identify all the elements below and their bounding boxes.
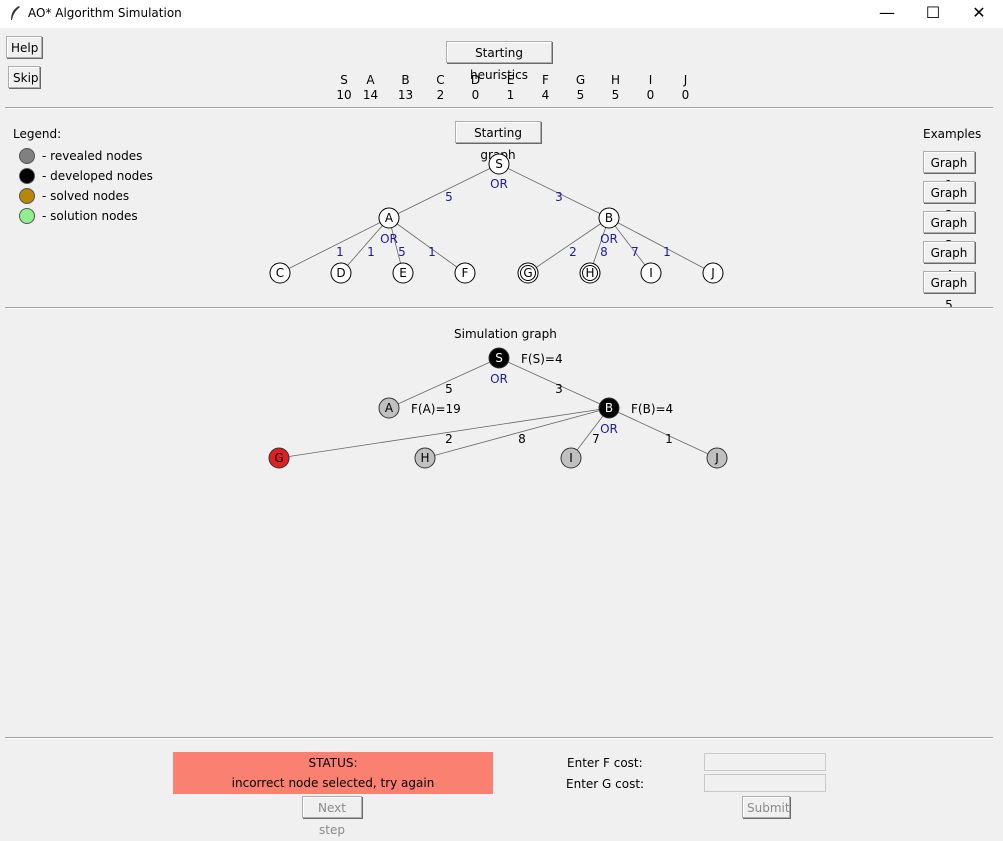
sim-edge-cost: 1 bbox=[665, 432, 673, 446]
example-graph-button[interactable]: Graph 2 bbox=[923, 181, 975, 222]
start-or-label: OR bbox=[490, 177, 508, 191]
start-node-label: I bbox=[649, 266, 653, 280]
sim-node-label: S bbox=[495, 351, 503, 365]
g-cost-label: Enter G cost: bbox=[566, 777, 645, 791]
status-title: STATUS: bbox=[308, 756, 358, 770]
sim-or-label: OR bbox=[490, 372, 508, 386]
sim-or-label: OR bbox=[600, 422, 618, 436]
start-edge bbox=[388, 163, 500, 219]
example-graph-button[interactable]: Graph 5 bbox=[923, 271, 975, 312]
start-edge-cost: 1 bbox=[663, 245, 671, 259]
example-graph-button[interactable]: Graph 4 bbox=[923, 241, 975, 282]
next-step-button[interactable]: Next step bbox=[302, 796, 362, 837]
start-node-label: G bbox=[523, 266, 532, 280]
sim-edge-cost: 2 bbox=[445, 432, 453, 446]
start-edge-cost: 8 bbox=[600, 245, 608, 259]
sim-node-label: J bbox=[714, 451, 719, 465]
sim-edge-cost: 3 bbox=[555, 382, 563, 396]
start-edge-cost: 1 bbox=[367, 245, 375, 259]
sim-node-label: H bbox=[420, 451, 429, 465]
start-or-label: OR bbox=[600, 232, 618, 246]
divider-bottom bbox=[5, 737, 993, 739]
start-edge-cost: 5 bbox=[445, 190, 453, 204]
sim-edge-cost: 7 bbox=[592, 432, 600, 446]
start-node-label: J bbox=[710, 266, 715, 280]
sim-node-f-value: F(A)=19 bbox=[411, 402, 461, 416]
sim-node-f-value: F(B)=4 bbox=[631, 402, 673, 416]
status-message: incorrect node selected, try again bbox=[231, 776, 435, 790]
graph-canvas: 5 3 1 1 5 1 2 8 7 1 OR OR OR S A B C D E F G H I J 5 3 2 8 7 1 OR OR S F(… bbox=[268, 153, 728, 469]
sim-node-label: I bbox=[569, 451, 573, 465]
sim-node-label: G bbox=[274, 451, 283, 465]
status-box: STATUS: incorrect node selected, try aga… bbox=[173, 752, 493, 794]
f-cost-input[interactable] bbox=[704, 753, 826, 771]
sim-edge-cost: 5 bbox=[445, 382, 453, 396]
examples-title: Examples bbox=[923, 127, 982, 141]
start-node-label: S bbox=[495, 157, 503, 171]
example-graph-button[interactable]: Graph 1 bbox=[923, 151, 975, 192]
start-edge-cost: 5 bbox=[398, 245, 406, 259]
sim-edge bbox=[388, 357, 500, 409]
start-node-label: C bbox=[276, 266, 284, 280]
submit-button[interactable]: Submit bbox=[742, 796, 790, 818]
start-edge bbox=[498, 163, 610, 219]
sim-node-label: B bbox=[605, 401, 613, 415]
start-node-label: E bbox=[399, 266, 407, 280]
sim-edge-cost: 8 bbox=[518, 432, 526, 446]
start-edge-cost: 1 bbox=[336, 245, 344, 259]
g-cost-input[interactable] bbox=[704, 774, 826, 792]
f-cost-label: Enter F cost: bbox=[567, 756, 643, 770]
sim-node-label: A bbox=[385, 401, 394, 415]
example-graph-button[interactable]: Graph 3 bbox=[923, 211, 975, 252]
sim-node-f-value: F(S)=4 bbox=[521, 352, 563, 366]
start-node-label: D bbox=[336, 266, 345, 280]
start-edge-cost: 1 bbox=[428, 245, 436, 259]
start-or-label: OR bbox=[380, 232, 398, 246]
start-edge-cost: 3 bbox=[555, 190, 563, 204]
start-node-label: B bbox=[605, 211, 613, 225]
divider-middle bbox=[5, 307, 993, 309]
start-edge-cost: 7 bbox=[631, 245, 639, 259]
start-node-label: H bbox=[585, 266, 594, 280]
start-edge bbox=[608, 217, 714, 274]
start-node-label: A bbox=[385, 211, 394, 225]
start-edge-cost: 2 bbox=[569, 245, 577, 259]
simulation-title: Simulation graph bbox=[454, 327, 557, 341]
start-node-label: F bbox=[462, 266, 469, 280]
